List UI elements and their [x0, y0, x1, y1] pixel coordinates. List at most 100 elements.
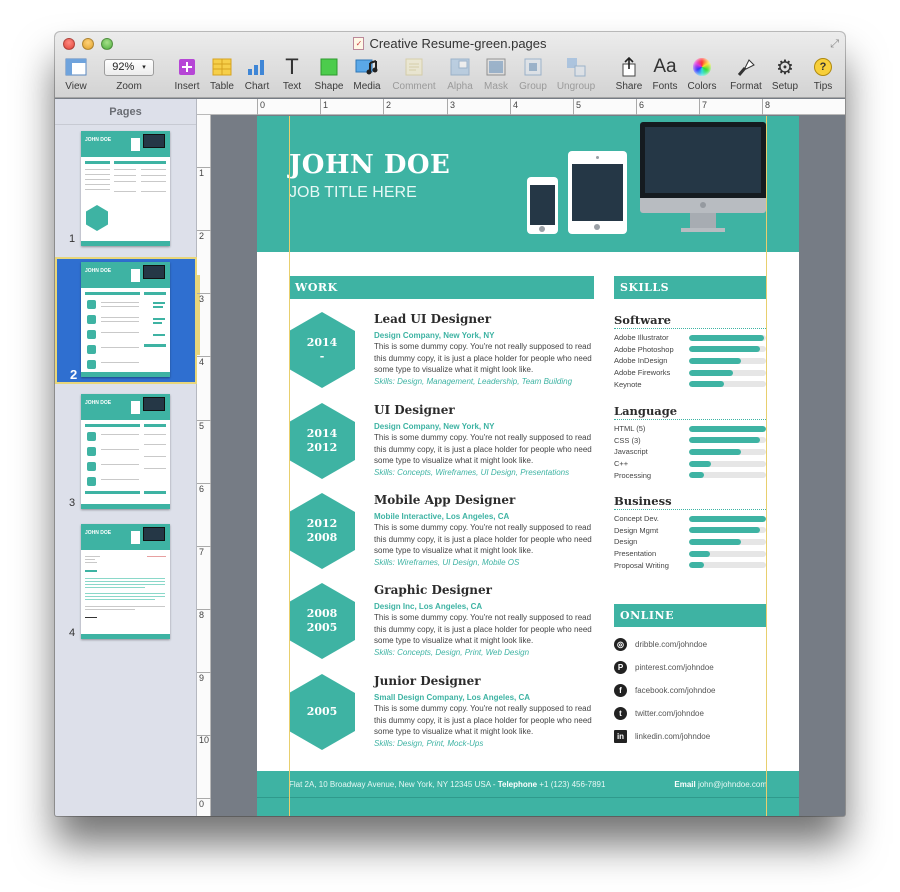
insert-icon	[178, 56, 196, 78]
window-title-text: Creative Resume-green.pages	[369, 36, 547, 51]
skill-row: Adobe Illustrator	[614, 332, 766, 344]
skill-level-bar	[689, 538, 766, 545]
online-link[interactable]: in linkedin.com/johndoe	[614, 728, 710, 744]
skill-level-fill	[689, 448, 742, 455]
skill-row: Adobe Photoshop	[614, 344, 766, 356]
document-canvas[interactable]: JOHN DOE JOB TITLE HERE WORK SKILLS 2014…	[212, 116, 845, 816]
skill-level-bar	[689, 472, 766, 479]
skill-name: Presentation	[614, 549, 657, 559]
group-button[interactable]: Group	[511, 56, 555, 92]
chart-icon	[246, 56, 268, 78]
skill-level-bar	[689, 437, 766, 444]
skill-level-fill	[689, 334, 764, 341]
skill-group-language: Language HTML (5) CSS (3) Javascript C++ Proc…	[614, 404, 766, 481]
skill-group-title: Business	[614, 494, 766, 510]
year-hexagon: 2014 2012	[289, 403, 355, 479]
pages-doc-icon: ✓	[353, 37, 365, 50]
skill-group-title: Language	[614, 404, 766, 420]
skill-level-fill	[689, 538, 742, 545]
job-skills: Skills: Wireframes, UI Design, Mobile OS	[374, 557, 520, 567]
job-skills: Skills: Concepts, Wireframes, UI Design,…	[374, 467, 570, 477]
online-link-text: linkedin.com/johndoe	[635, 731, 711, 741]
ruler-selection-marker	[197, 275, 200, 355]
zoom-control[interactable]: 92% ▾ Zoom	[101, 56, 157, 92]
colors-button[interactable]: Colors	[680, 56, 724, 92]
page-thumbnail-2[interactable]: JOHN DOE 2	[55, 257, 197, 384]
skill-level-bar	[689, 425, 766, 432]
media-button[interactable]: Media	[345, 56, 389, 92]
skill-level-fill	[689, 369, 733, 376]
skill-name: Proposal Writing	[614, 560, 669, 570]
skill-level-fill	[689, 357, 742, 364]
format-button[interactable]: Format	[724, 56, 768, 92]
job-title: Lead UI Designer	[374, 312, 492, 326]
tips-icon: ?	[814, 56, 832, 78]
table-icon	[212, 56, 232, 78]
job-title: Graphic Designer	[374, 583, 492, 597]
skill-name: Javascript	[614, 447, 648, 457]
alpha-icon	[450, 56, 470, 78]
skill-level-bar	[689, 550, 766, 557]
colors-icon	[693, 56, 711, 78]
comment-button[interactable]: Comment	[392, 56, 436, 92]
online-link-text: facebook.com/johndoe	[635, 685, 716, 695]
view-button[interactable]: View	[55, 56, 98, 92]
job-entry: 2014- Lead UI Designer Design Company, N…	[289, 312, 599, 392]
chevron-down-icon: ▾	[142, 64, 146, 71]
skill-name: Design Mgmt	[614, 525, 659, 535]
online-link[interactable]: ◎ dribble.com/johndoe	[614, 636, 707, 652]
skill-row: Proposal Writing	[614, 559, 766, 571]
pages-sidebar: Pages JOHN DOE 1 JOHN DOE 2 JOHN DOE 3 J…	[55, 99, 197, 816]
skill-level-fill	[689, 381, 724, 388]
skill-level-fill	[689, 437, 760, 444]
page-preview: JOHN DOE	[81, 131, 170, 246]
skill-name: Adobe Illustrator	[614, 333, 669, 343]
skill-name: Processing	[614, 470, 652, 480]
online-link-text: pinterest.com/johndoe	[635, 662, 714, 672]
job-entry: 2005 Junior Designer Small Design Compan…	[289, 674, 599, 754]
format-icon	[736, 56, 756, 78]
resume-footer: Flat 2A, 10 Broadway Avenue, New York, N…	[257, 771, 799, 816]
online-link[interactable]: Ppinterest.com/johndoe	[614, 659, 714, 675]
skill-name: Concept Dev.	[614, 514, 659, 524]
vertical-ruler[interactable]: 1 2 3 4 5 6 7 8 9 10 0	[197, 115, 211, 816]
horizontal-ruler[interactable]: 0 1 2 3 4 5 6 7 8	[197, 99, 845, 115]
resume-page[interactable]: JOHN DOE JOB TITLE HERE WORK SKILLS 2014…	[257, 116, 799, 816]
phone-illustration	[527, 177, 558, 234]
skill-group-title: Software	[614, 313, 766, 329]
online-link-text: dribble.com/johndoe	[635, 639, 708, 649]
job-company: Small Design Company, Los Angeles, CA	[374, 693, 531, 702]
skill-name: HTML (5)	[614, 424, 646, 434]
resume-name: JOHN DOE	[289, 150, 451, 180]
online-heading: ONLINE	[614, 604, 766, 627]
job-title: Mobile App Designer	[374, 493, 516, 507]
online-link[interactable]: t twitter.com/johndoe	[614, 705, 704, 721]
window-title: ✓ Creative Resume-green.pages	[55, 36, 845, 51]
view-icon	[65, 56, 87, 78]
job-company: Mobile Interactive, Los Angeles, CA	[374, 512, 510, 521]
resume-job-title: JOB TITLE HERE	[289, 184, 417, 201]
skill-name: Adobe InDesign	[614, 356, 668, 366]
ungroup-button[interactable]: Ungroup	[554, 56, 598, 92]
job-description: This is some dummy copy. You're not real…	[374, 433, 592, 465]
skill-name: CSS (3)	[614, 435, 641, 445]
skill-level-bar	[689, 515, 766, 522]
page-thumbnail-1[interactable]: JOHN DOE 1	[55, 129, 197, 251]
skill-level-fill	[689, 472, 704, 479]
fullscreen-icon[interactable]: ⤢	[830, 38, 839, 51]
skill-name: Adobe Photoshop	[614, 344, 674, 354]
page-thumbnail-4[interactable]: JOHN DOE 4	[55, 521, 197, 645]
skill-name: C++	[614, 459, 629, 469]
job-company: Design Inc, Los Angeles, CA	[374, 602, 483, 611]
online-link[interactable]: f facebook.com/johndoe	[614, 682, 716, 698]
page-thumbnail-3[interactable]: JOHN DOE 3	[55, 391, 197, 515]
tips-button[interactable]: ? Tips	[801, 56, 845, 92]
margin-guide-left	[289, 116, 290, 816]
skill-row: Adobe Fireworks	[614, 367, 766, 379]
year-hexagon: 2014-	[289, 312, 355, 388]
skill-level-bar	[689, 460, 766, 467]
online-link-text: twitter.com/johndoe	[635, 708, 704, 718]
skill-level-bar	[689, 562, 766, 569]
zoom-dropdown[interactable]: 92% ▾	[104, 58, 154, 76]
twitter-icon: t	[614, 706, 627, 720]
